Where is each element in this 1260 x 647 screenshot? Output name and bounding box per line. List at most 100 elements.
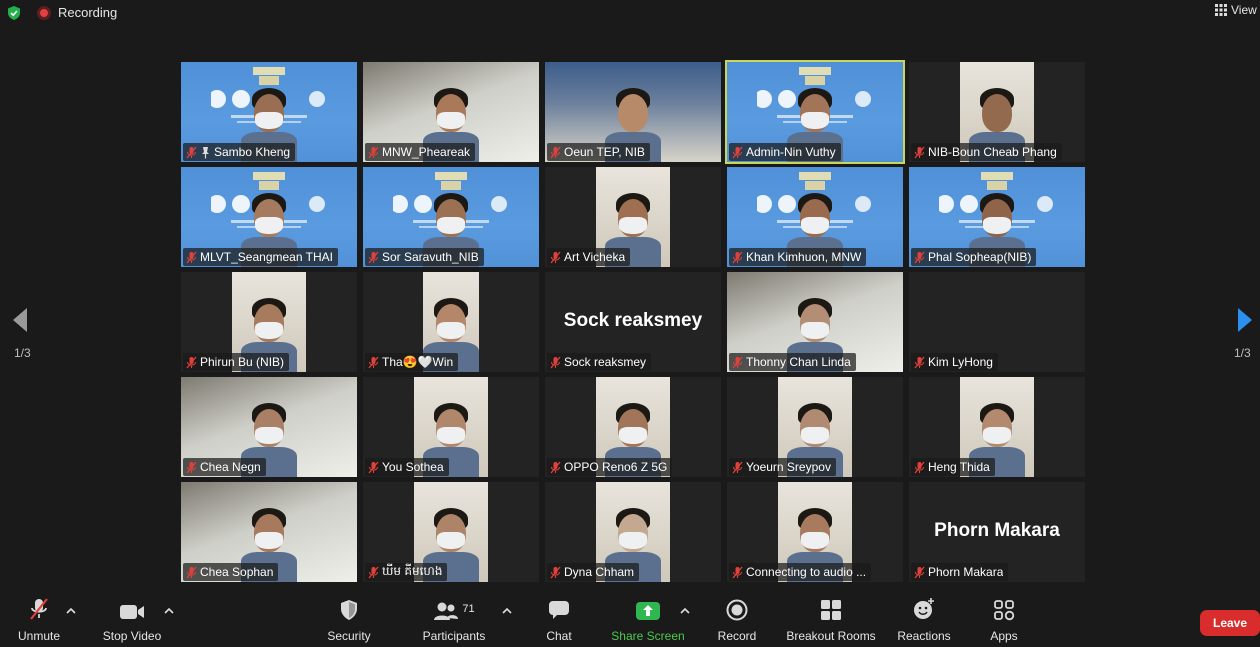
participant-tile[interactable]: Sambo Kheng: [181, 62, 357, 162]
participant-name-bar: Admin-Nin Vuthy: [729, 143, 841, 161]
participant-tile[interactable]: Chea Negn: [181, 377, 357, 477]
participant-name: ឃីម គីមហេង: [382, 564, 443, 578]
muted-microphone-icon: [30, 598, 48, 620]
chat-label: Chat: [546, 629, 572, 643]
security-button[interactable]: Security: [325, 595, 373, 647]
participant-tile[interactable]: Chea Sophan: [181, 482, 357, 582]
participant-tile[interactable]: Phal Sopheap(NIB): [909, 167, 1085, 267]
video-camera-icon: [120, 605, 144, 619]
chat-button[interactable]: Chat: [543, 595, 575, 647]
participant-tile[interactable]: Phirun Bu (NIB): [181, 272, 357, 372]
participant-name: Dyna Chham: [564, 565, 635, 579]
unmute-button[interactable]: Unmute: [16, 595, 62, 647]
participant-name-bar: Heng Thida: [911, 458, 995, 476]
participant-name-bar: Thonny Chan Linda: [729, 353, 856, 371]
security-shield-icon: [341, 600, 357, 620]
muted-microphone-icon: [186, 146, 197, 158]
participant-name-bar: Phirun Bu (NIB): [183, 353, 290, 371]
participant-name: Art Vicheka: [564, 250, 626, 264]
breakout-rooms-icon: [821, 600, 841, 620]
security-label: Security: [327, 629, 371, 643]
participant-name: Oeun TEP, NIB: [564, 145, 645, 159]
apps-button[interactable]: Apps: [988, 595, 1020, 647]
page-indicator-left: 1/3: [14, 346, 31, 360]
share-options-caret-icon[interactable]: [680, 607, 690, 615]
participant-name-bar: Oeun TEP, NIB: [547, 143, 650, 161]
muted-microphone-icon: [732, 251, 743, 263]
participant-tile[interactable]: MNW_Pheareak: [363, 62, 539, 162]
participant-name-bar: Chea Negn: [183, 458, 266, 476]
participant-tile[interactable]: Kim LyHong: [909, 272, 1085, 372]
participant-tile[interactable]: Art Vicheka: [545, 167, 721, 267]
participant-name: Admin-Nin Vuthy: [746, 145, 836, 159]
participant-name: Connecting to audio ...: [746, 565, 867, 579]
participant-tile[interactable]: Dyna Chham: [545, 482, 721, 582]
participant-name: Khan Kimhuon, MNW: [746, 250, 862, 264]
participant-name: Yoeurn Sreypov: [746, 460, 831, 474]
muted-microphone-icon: [914, 146, 925, 158]
participant-name-placeholder: Phorn Makara: [934, 520, 1060, 541]
stop-video-label: Stop Video: [102, 629, 162, 643]
audio-options-caret-icon[interactable]: [66, 607, 76, 615]
apps-label: Apps: [990, 629, 1018, 643]
muted-microphone-icon: [186, 461, 197, 473]
participant-name-bar: OPPO Reno6 Z 5G: [547, 458, 673, 476]
reactions-label: Reactions: [897, 629, 951, 643]
participants-options-caret-icon[interactable]: [502, 607, 512, 615]
participant-name-bar: Tha😍🤍Win: [365, 353, 459, 371]
recording-label[interactable]: Recording: [58, 5, 117, 20]
breakout-rooms-label: Breakout Rooms: [786, 629, 876, 643]
participant-tile[interactable]: Tha😍🤍Win: [363, 272, 539, 372]
next-page-arrow-icon[interactable]: [1235, 306, 1255, 334]
video-options-caret-icon[interactable]: [164, 607, 174, 615]
reactions-button[interactable]: Reactions: [896, 595, 952, 647]
share-screen-arrow-icon: [636, 602, 660, 620]
breakout-rooms-button[interactable]: Breakout Rooms: [784, 595, 878, 647]
stop-video-button[interactable]: Stop Video: [100, 595, 164, 647]
previous-page-arrow-icon[interactable]: [10, 306, 30, 334]
participant-tile[interactable]: NIB-Boun Cheab Phang: [909, 62, 1085, 162]
participant-tile[interactable]: OPPO Reno6 Z 5G: [545, 377, 721, 477]
pin-icon: [202, 146, 209, 158]
view-button[interactable]: View: [1231, 3, 1257, 17]
participant-name-bar: Sock reaksmey: [547, 353, 652, 371]
apps-icon: [994, 600, 1015, 621]
participant-tile[interactable]: Connecting to audio ...: [727, 482, 903, 582]
participant-name: Sor Saravuth_NIB: [382, 250, 479, 264]
participant-tile[interactable]: Khan Kimhuon, MNW: [727, 167, 903, 267]
participant-tile[interactable]: Yoeurn Sreypov: [727, 377, 903, 477]
grid-view-icon[interactable]: [1215, 4, 1227, 16]
participant-tile[interactable]: Admin-Nin Vuthy: [725, 60, 905, 164]
participant-name-bar: Phal Sopheap(NIB): [911, 248, 1037, 266]
participant-name-bar: Khan Kimhuon, MNW: [729, 248, 867, 266]
participant-tile[interactable]: Sor Saravuth_NIB: [363, 167, 539, 267]
participant-name-bar: Art Vicheka: [547, 248, 631, 266]
participant-tile[interactable]: You Sothea: [363, 377, 539, 477]
participant-name-bar: ឃីម គីមហេង: [365, 563, 448, 581]
leave-meeting-button[interactable]: Leave: [1200, 610, 1260, 636]
recording-icon[interactable]: [37, 6, 51, 20]
muted-microphone-icon: [550, 146, 561, 158]
muted-microphone-icon: [550, 356, 561, 368]
participant-tile[interactable]: Heng Thida: [909, 377, 1085, 477]
muted-microphone-icon: [914, 251, 925, 263]
muted-microphone-icon: [732, 461, 743, 473]
share-screen-button[interactable]: Share Screen: [611, 595, 685, 647]
participant-name: Tha😍🤍Win: [382, 355, 454, 369]
muted-microphone-icon: [368, 566, 379, 578]
participants-count: 71: [462, 603, 475, 615]
participant-tile[interactable]: Sock reaksmey Sock reaksmey: [545, 272, 721, 372]
muted-microphone-icon: [368, 461, 379, 473]
participant-name-bar: Dyna Chham: [547, 563, 640, 581]
participant-tile[interactable]: ឃីម គីមហេង: [363, 482, 539, 582]
participant-tile[interactable]: Oeun TEP, NIB: [545, 62, 721, 162]
participant-tile[interactable]: MLVT_Seangmean THAI: [181, 167, 357, 267]
participants-label: Participants: [422, 629, 486, 643]
participants-button[interactable]: 71 Participants: [420, 595, 488, 647]
muted-microphone-icon: [186, 251, 197, 263]
participant-tile[interactable]: Thonny Chan Linda: [727, 272, 903, 372]
encryption-shield-icon[interactable]: [6, 5, 22, 21]
participant-tile[interactable]: Phorn Makara Phorn Makara: [909, 482, 1085, 582]
participant-name: Sambo Kheng: [214, 145, 291, 159]
record-button[interactable]: Record: [716, 595, 758, 647]
